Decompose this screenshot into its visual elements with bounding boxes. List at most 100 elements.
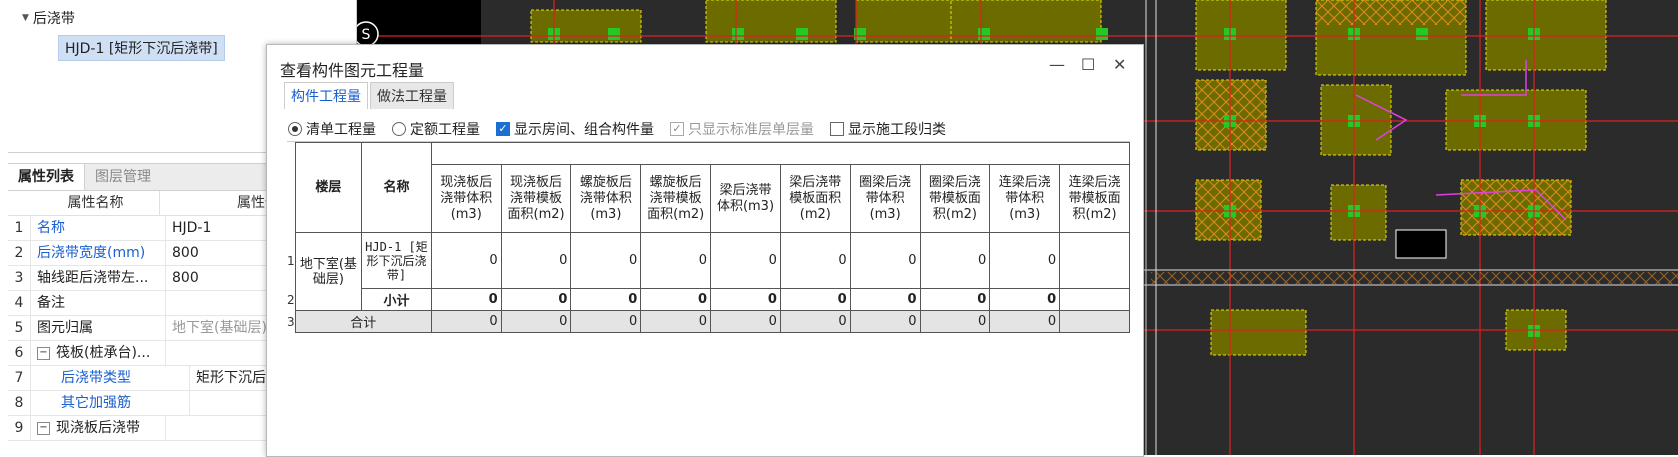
column-header: 现浇板后浇带模板面积(m2) — [500, 164, 572, 233]
checkbox-label: 显示施工段归类 — [848, 122, 946, 138]
tab-method-quantity[interactable]: 做法工程量 — [370, 82, 454, 109]
tree-folder-label: 后浇带 — [32, 11, 75, 27]
dialog-tabs: 构件工程量 做法工程量 — [284, 82, 456, 109]
quantity-dialog: 查看构件图元工程量 — ☐ ✕ 构件工程量 做法工程量 清单工程量 定额工程量 … — [266, 44, 1144, 457]
property-group-label: 筏板(桩承台)... — [56, 345, 151, 361]
property-name: 名称 — [31, 216, 166, 240]
value-cell: 0 — [779, 310, 851, 333]
tab-property-list[interactable]: 属性列表 — [8, 164, 85, 190]
value-cell: 0 — [430, 232, 502, 289]
column-header: 圈梁后浇带模板面积(m2) — [919, 164, 991, 233]
collapse-icon[interactable]: − — [37, 421, 50, 435]
floor-cell: 地下室(基础层) — [294, 232, 363, 311]
minimize-button[interactable]: — — [1049, 55, 1065, 74]
row-number: 7 — [8, 366, 31, 390]
column-header: 梁后浇带体积(m3) — [710, 164, 781, 233]
total-label: 合计 — [294, 310, 432, 333]
radio-unchecked-icon[interactable] — [392, 122, 406, 136]
value-cell: 0 — [989, 310, 1061, 333]
row-number: 2 — [8, 241, 31, 265]
checkbox-label: 只显示标准层单层量 — [688, 122, 814, 138]
value-cell: 0 — [570, 232, 642, 289]
radio-checked-icon[interactable] — [288, 122, 302, 136]
value-cell: 0 — [710, 310, 781, 333]
row-number: 8 — [8, 391, 31, 415]
maximize-button[interactable]: ☐ — [1081, 55, 1095, 74]
checkbox-unchecked-icon[interactable] — [830, 122, 844, 136]
property-name: 后浇带类型 — [31, 366, 190, 390]
checkbox-label: 显示房间、组合构件量 — [514, 122, 654, 138]
radio-bill-quantity[interactable]: 清单工程量 — [288, 119, 376, 139]
value-cell: 0 — [570, 310, 642, 333]
value-cell: 0 — [500, 288, 572, 311]
name-cell: HJD-1 [矩形下沉后浇带] — [361, 232, 432, 289]
property-name: 后浇带宽度(mm) — [31, 241, 166, 265]
total-row[interactable]: 3 合计 0 0 0 0 0 0 0 0 0 — [287, 310, 1130, 333]
row-number: 6 — [8, 341, 31, 365]
column-group-header — [430, 142, 1130, 165]
close-button[interactable]: ✕ — [1113, 55, 1126, 74]
property-name: 其它加强筋 — [31, 391, 190, 415]
value-cell: 0 — [500, 232, 572, 289]
value-cell: 0 — [779, 288, 851, 311]
quantity-options: 清单工程量 定额工程量 ✓ 显示房间、组合构件量 ✓ 只显示标准层单层量 显示施… — [288, 119, 1129, 139]
value-cell: 0 — [989, 232, 1061, 289]
row-number: 3 — [8, 266, 31, 290]
column-header: 连梁后浇带模板面积(m2) — [1059, 164, 1130, 233]
tab-layer-management[interactable]: 图层管理 — [85, 164, 161, 190]
value-cell: 0 — [989, 288, 1061, 311]
value-cell — [1059, 288, 1130, 311]
cad-marker-label: S — [362, 27, 371, 43]
value-cell: 0 — [640, 288, 712, 311]
column-header: 连梁后浇带体积(m3) — [989, 164, 1061, 233]
value-cell: 0 — [849, 310, 921, 333]
radio-label: 定额工程量 — [410, 122, 480, 138]
value-cell: 0 — [919, 288, 991, 311]
value-cell: 0 — [570, 288, 642, 311]
row-number-cell: 2 — [287, 292, 295, 307]
column-header-name: 名称 — [361, 142, 432, 233]
checkbox-show-stage[interactable]: 显示施工段归类 — [830, 119, 946, 139]
value-cell: 0 — [849, 288, 921, 311]
tree-folder-post-pour-strip[interactable]: ▼ 后浇带 — [22, 8, 75, 28]
row-number-cell: 3 — [287, 310, 296, 333]
value-cell: 0 — [430, 310, 502, 333]
checkbox-disabled-checked-icon[interactable]: ✓ — [670, 122, 684, 136]
value-cell — [1059, 310, 1130, 333]
value-cell: 0 — [640, 232, 712, 289]
row-number-cell: 1 — [287, 253, 295, 268]
column-header-floor: 楼层 — [294, 142, 363, 233]
property-name: − 现浇板后浇带 — [31, 416, 166, 440]
column-header: 螺旋板后浇带体积(m3) — [570, 164, 642, 233]
tree-item-hjd-1[interactable]: HJD-1 [矩形下沉后浇带] — [58, 35, 225, 61]
radio-quota-quantity[interactable]: 定额工程量 — [392, 119, 480, 139]
row-number: 1 — [8, 216, 31, 240]
checkbox-show-rooms[interactable]: ✓ 显示房间、组合构件量 — [496, 119, 654, 139]
collapse-icon[interactable]: − — [37, 346, 50, 360]
row-number: 4 — [8, 291, 31, 315]
column-header: 螺旋板后浇带模板面积(m2) — [640, 164, 712, 233]
radio-label: 清单工程量 — [306, 122, 376, 138]
collapse-arrow-icon[interactable]: ▼ — [22, 13, 29, 23]
quantity-table-container[interactable]: 楼层 名称 现浇板后浇带体积(m3) 现浇板后浇带模板面积(m2) 螺旋板后浇带… — [287, 141, 1130, 450]
subtotal-label: 小计 — [361, 288, 432, 311]
value-cell: 0 — [919, 232, 991, 289]
value-cell: 0 — [640, 310, 712, 333]
row-number-cell — [287, 143, 295, 233]
property-name: 备注 — [31, 291, 166, 315]
value-cell: 0 — [779, 232, 851, 289]
row-number: 9 — [8, 416, 31, 440]
subtotal-row[interactable]: 2 小计 0 0 0 0 0 0 0 0 0 — [287, 288, 1130, 311]
column-header: 梁后浇带模板面积(m2) — [779, 164, 851, 233]
checkbox-checked-icon[interactable]: ✓ — [496, 122, 510, 136]
checkbox-standard-floor[interactable]: ✓ 只显示标准层单层量 — [670, 119, 814, 139]
value-cell: 0 — [710, 288, 781, 311]
tab-component-quantity[interactable]: 构件工程量 — [284, 82, 368, 109]
property-group-label: 现浇板后浇带 — [56, 420, 140, 436]
value-cell: 0 — [710, 232, 781, 289]
table-row[interactable]: 1 地下室(基础层) HJD-1 [矩形下沉后浇带] 0 0 0 0 0 0 0… — [287, 232, 1130, 311]
property-name: 轴线距后浇带左... — [31, 266, 166, 290]
header-property-name: 属性名称 — [8, 191, 160, 215]
dialog-title: 查看构件图元工程量 — [280, 61, 425, 80]
value-cell: 0 — [500, 310, 572, 333]
